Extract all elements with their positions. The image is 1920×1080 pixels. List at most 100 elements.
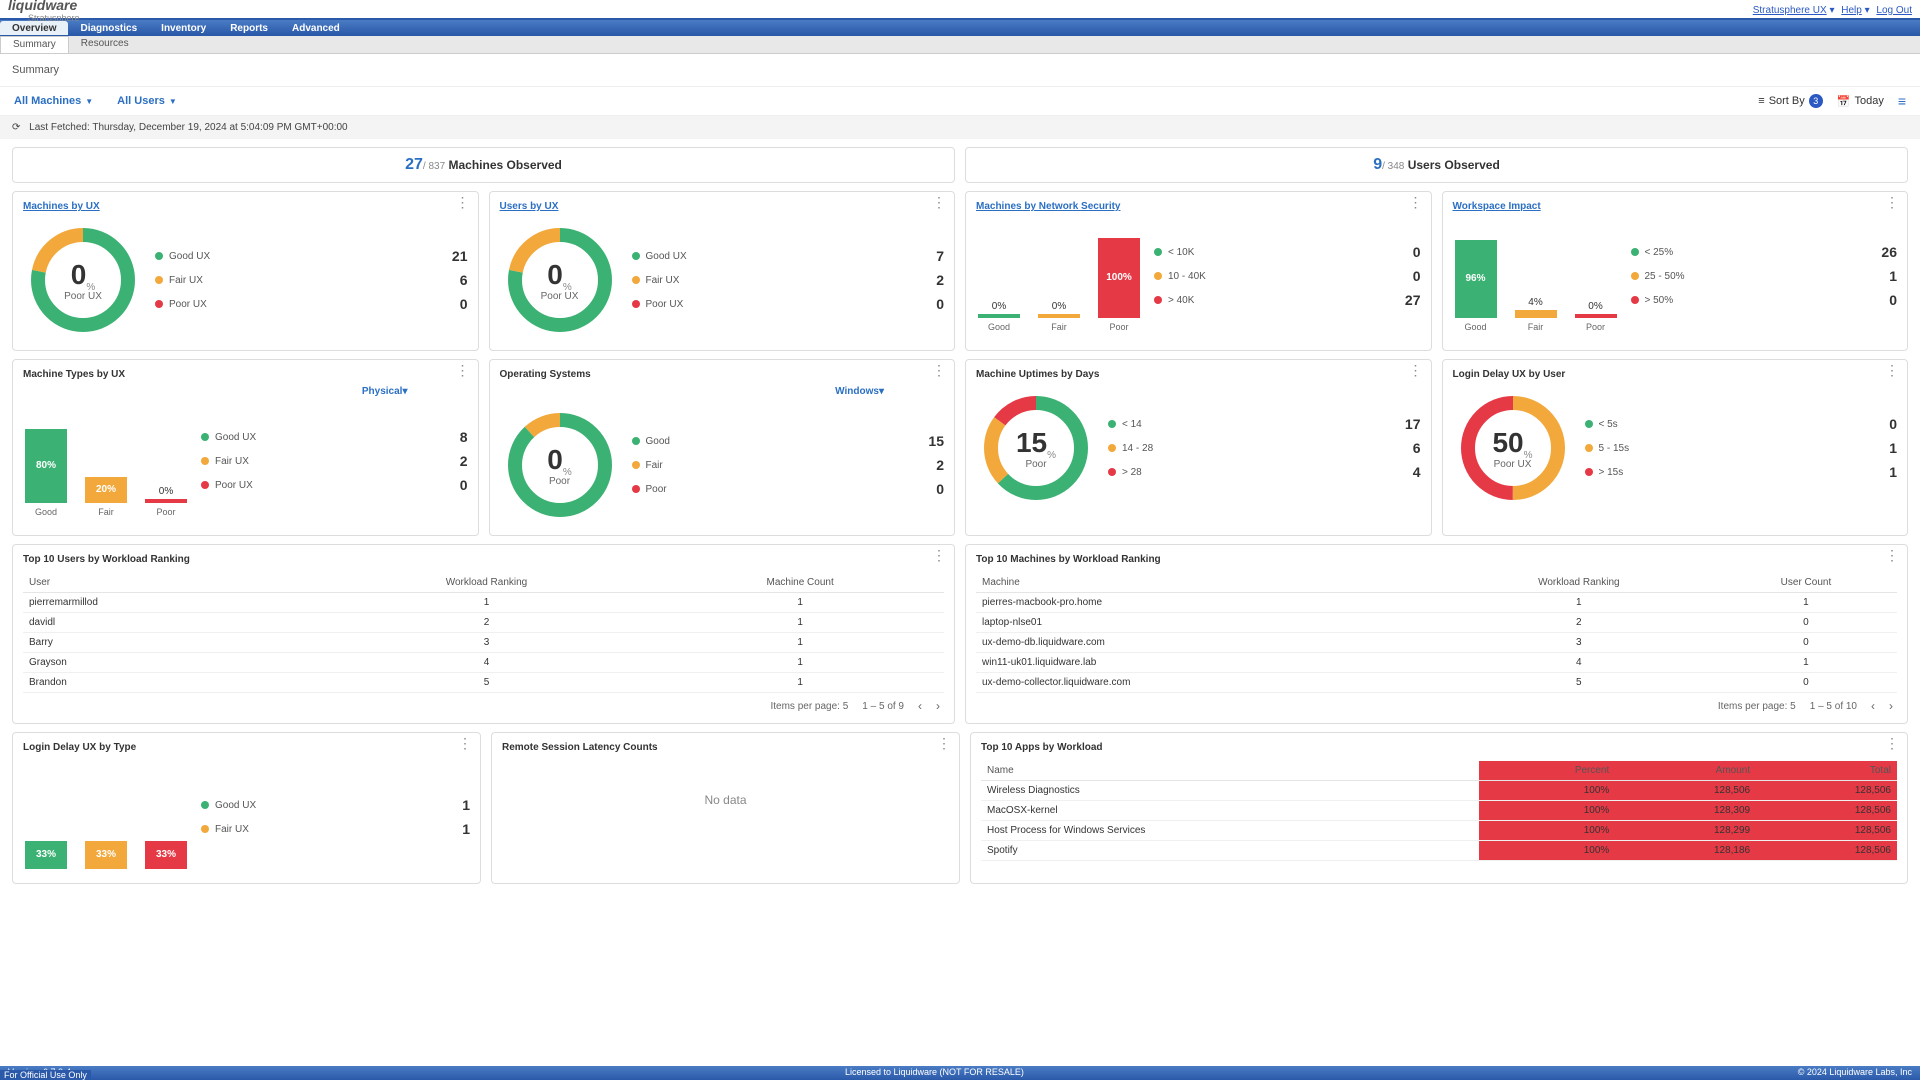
data-table: UserWorkload RankingMachine Countpierrem… [23,573,944,693]
pager-next-icon[interactable]: › [936,699,940,713]
card-title[interactable]: Machines by UX [23,201,100,212]
legend-dot [1154,296,1162,304]
table-row[interactable]: pierres-macbook-pro.home11 [976,593,1897,613]
card-title: Top 10 Apps by Workload [981,742,1103,753]
legend-row: 25 - 50%1 [1631,268,1898,284]
card-menu-icon[interactable]: ⋮ [456,198,470,206]
card-title: Remote Session Latency Counts [502,742,658,753]
bar-chart: 80%Good20%Fair0%Poor [23,417,189,517]
legend-row: Good UX8 [201,429,468,445]
legend-row: < 1417 [1108,416,1421,432]
pager-prev-icon[interactable]: ‹ [918,699,922,713]
subtab-resources[interactable]: Resources [69,36,141,53]
card-menu-icon[interactable]: ⋮ [1885,366,1899,374]
table-row[interactable]: MacOSX-kernel100%128,309128,506 [981,801,1897,821]
nav-primary: Overview Diagnostics Inventory Reports A… [0,18,1920,36]
card-top-machines: Top 10 Machines by Workload Ranking ⋮ Ma… [965,544,1908,724]
legend-row: > 50%0 [1631,292,1898,308]
refresh-icon[interactable]: ⟳ [12,122,20,133]
legend-dot [1154,272,1162,280]
table-row[interactable]: win11-uk01.liquidware.lab41 [976,653,1897,673]
data-table: MachineWorkload RankingUser Countpierres… [976,573,1897,693]
tab-advanced[interactable]: Advanced [280,21,352,35]
sort-by-button[interactable]: ≡Sort By3 [1758,94,1823,108]
card-title: Top 10 Users by Workload Ranking [23,554,190,565]
table-row[interactable]: ux-demo-db.liquidware.com30 [976,633,1897,653]
machine-type-dropdown[interactable]: Physical ▾ [23,386,408,397]
card-menu-icon[interactable]: ⋮ [932,198,946,206]
card-workspace-impact: Workspace Impact ⋮ 96%Good4%Fair0%Poor < … [1442,191,1909,351]
table-row[interactable]: Host Process for Windows Services100%128… [981,821,1897,841]
card-title: Top 10 Machines by Workload Ranking [976,554,1161,565]
card-menu-icon[interactable]: ⋮ [937,739,951,747]
legend-dot [1585,420,1593,428]
table-row[interactable]: Spotify100%128,186128,506 [981,841,1897,861]
table-row[interactable]: Wireless Diagnostics100%128,506128,506 [981,781,1897,801]
bar-chart: 96%Good4%Fair0%Poor [1453,232,1619,332]
nav-secondary: Summary Resources [0,36,1920,54]
legend-dot [632,276,640,284]
table-row[interactable]: Brandon51 [23,673,944,693]
pager-prev-icon[interactable]: ‹ [1871,699,1875,713]
footer-official-use: For Official Use Only [0,1070,91,1080]
legend-dot [201,433,209,441]
tab-reports[interactable]: Reports [218,21,280,35]
legend-row: Fair UX2 [201,453,468,469]
last-fetched-bar: ⟳ Last Fetched: Thursday, December 19, 2… [0,116,1920,139]
legend-dot [155,300,163,308]
card-title: Login Delay UX by User [1453,369,1566,380]
table-row[interactable]: pierremarmillod11 [23,593,944,613]
card-title[interactable]: Machines by Network Security [976,201,1121,212]
tab-diagnostics[interactable]: Diagnostics [68,21,149,35]
legend-row: Good UX7 [632,248,945,264]
card-menu-icon[interactable]: ⋮ [1885,551,1899,559]
legend-row: 10 - 40K0 [1154,268,1421,284]
tab-overview[interactable]: Overview [0,21,68,35]
table-row[interactable]: laptop-nlse0120 [976,613,1897,633]
legend-dot [155,252,163,260]
legend-dot [632,300,640,308]
legend-row: Fair UX1 [201,821,470,837]
donut-chart: 0%Poor [500,405,620,525]
table-row[interactable]: davidl21 [23,613,944,633]
card-menu-icon[interactable]: ⋮ [1885,198,1899,206]
table-row[interactable]: Barry31 [23,633,944,653]
legend-dot [1631,272,1639,280]
card-remote-latency: Remote Session Latency Counts ⋮ No data [491,732,960,884]
card-login-delay-user: Login Delay UX by User ⋮ 50%Poor UX< 5s0… [1442,359,1909,536]
legend-row: > 40K27 [1154,292,1421,308]
subtab-summary[interactable]: Summary [0,36,69,53]
card-menu-icon[interactable]: ⋮ [932,551,946,559]
tab-inventory[interactable]: Inventory [149,21,218,35]
filter-machines[interactable]: All Machines▼ [14,95,93,107]
card-menu-icon[interactable]: ⋮ [1409,198,1423,206]
card-menu-icon[interactable]: ⋮ [458,739,472,747]
link-stratusphere-ux[interactable]: Stratusphere UX [1753,5,1827,16]
pager-next-icon[interactable]: › [1889,699,1893,713]
card-menu-icon[interactable]: ⋮ [1885,739,1899,747]
legend-row: > 15s1 [1585,464,1898,480]
settings-icon[interactable]: ≡ [1898,93,1906,109]
donut-chart: 15%Poor [976,388,1096,508]
date-picker[interactable]: 📅Today [1837,95,1884,108]
card-menu-icon[interactable]: ⋮ [1409,366,1423,374]
donut-chart: 0%Poor UX [500,220,620,340]
legend-row: 14 - 286 [1108,440,1421,456]
card-menu-icon[interactable]: ⋮ [456,366,470,374]
legend-dot [632,437,640,445]
link-logout[interactable]: Log Out [1876,5,1912,16]
os-dropdown[interactable]: Windows ▾ [500,386,885,397]
legend-row: < 25%26 [1631,244,1898,260]
link-help[interactable]: Help [1841,5,1862,16]
table-row[interactable]: Grayson41 [23,653,944,673]
filter-users[interactable]: All Users▼ [117,95,177,107]
card-title[interactable]: Users by UX [500,201,559,212]
card-title: Machine Uptimes by Days [976,369,1099,380]
card-menu-icon[interactable]: ⋮ [932,366,946,374]
calendar-icon: 📅 [1837,95,1851,108]
card-machine-uptimes: Machine Uptimes by Days ⋮ 15%Poor < 1417 1… [965,359,1432,536]
card-title[interactable]: Workspace Impact [1453,201,1541,212]
legend-row: > 284 [1108,464,1421,480]
table-row[interactable]: ux-demo-collector.liquidware.com50 [976,673,1897,693]
pager: Items per page: 51 – 5 of 10‹› [976,693,1897,713]
